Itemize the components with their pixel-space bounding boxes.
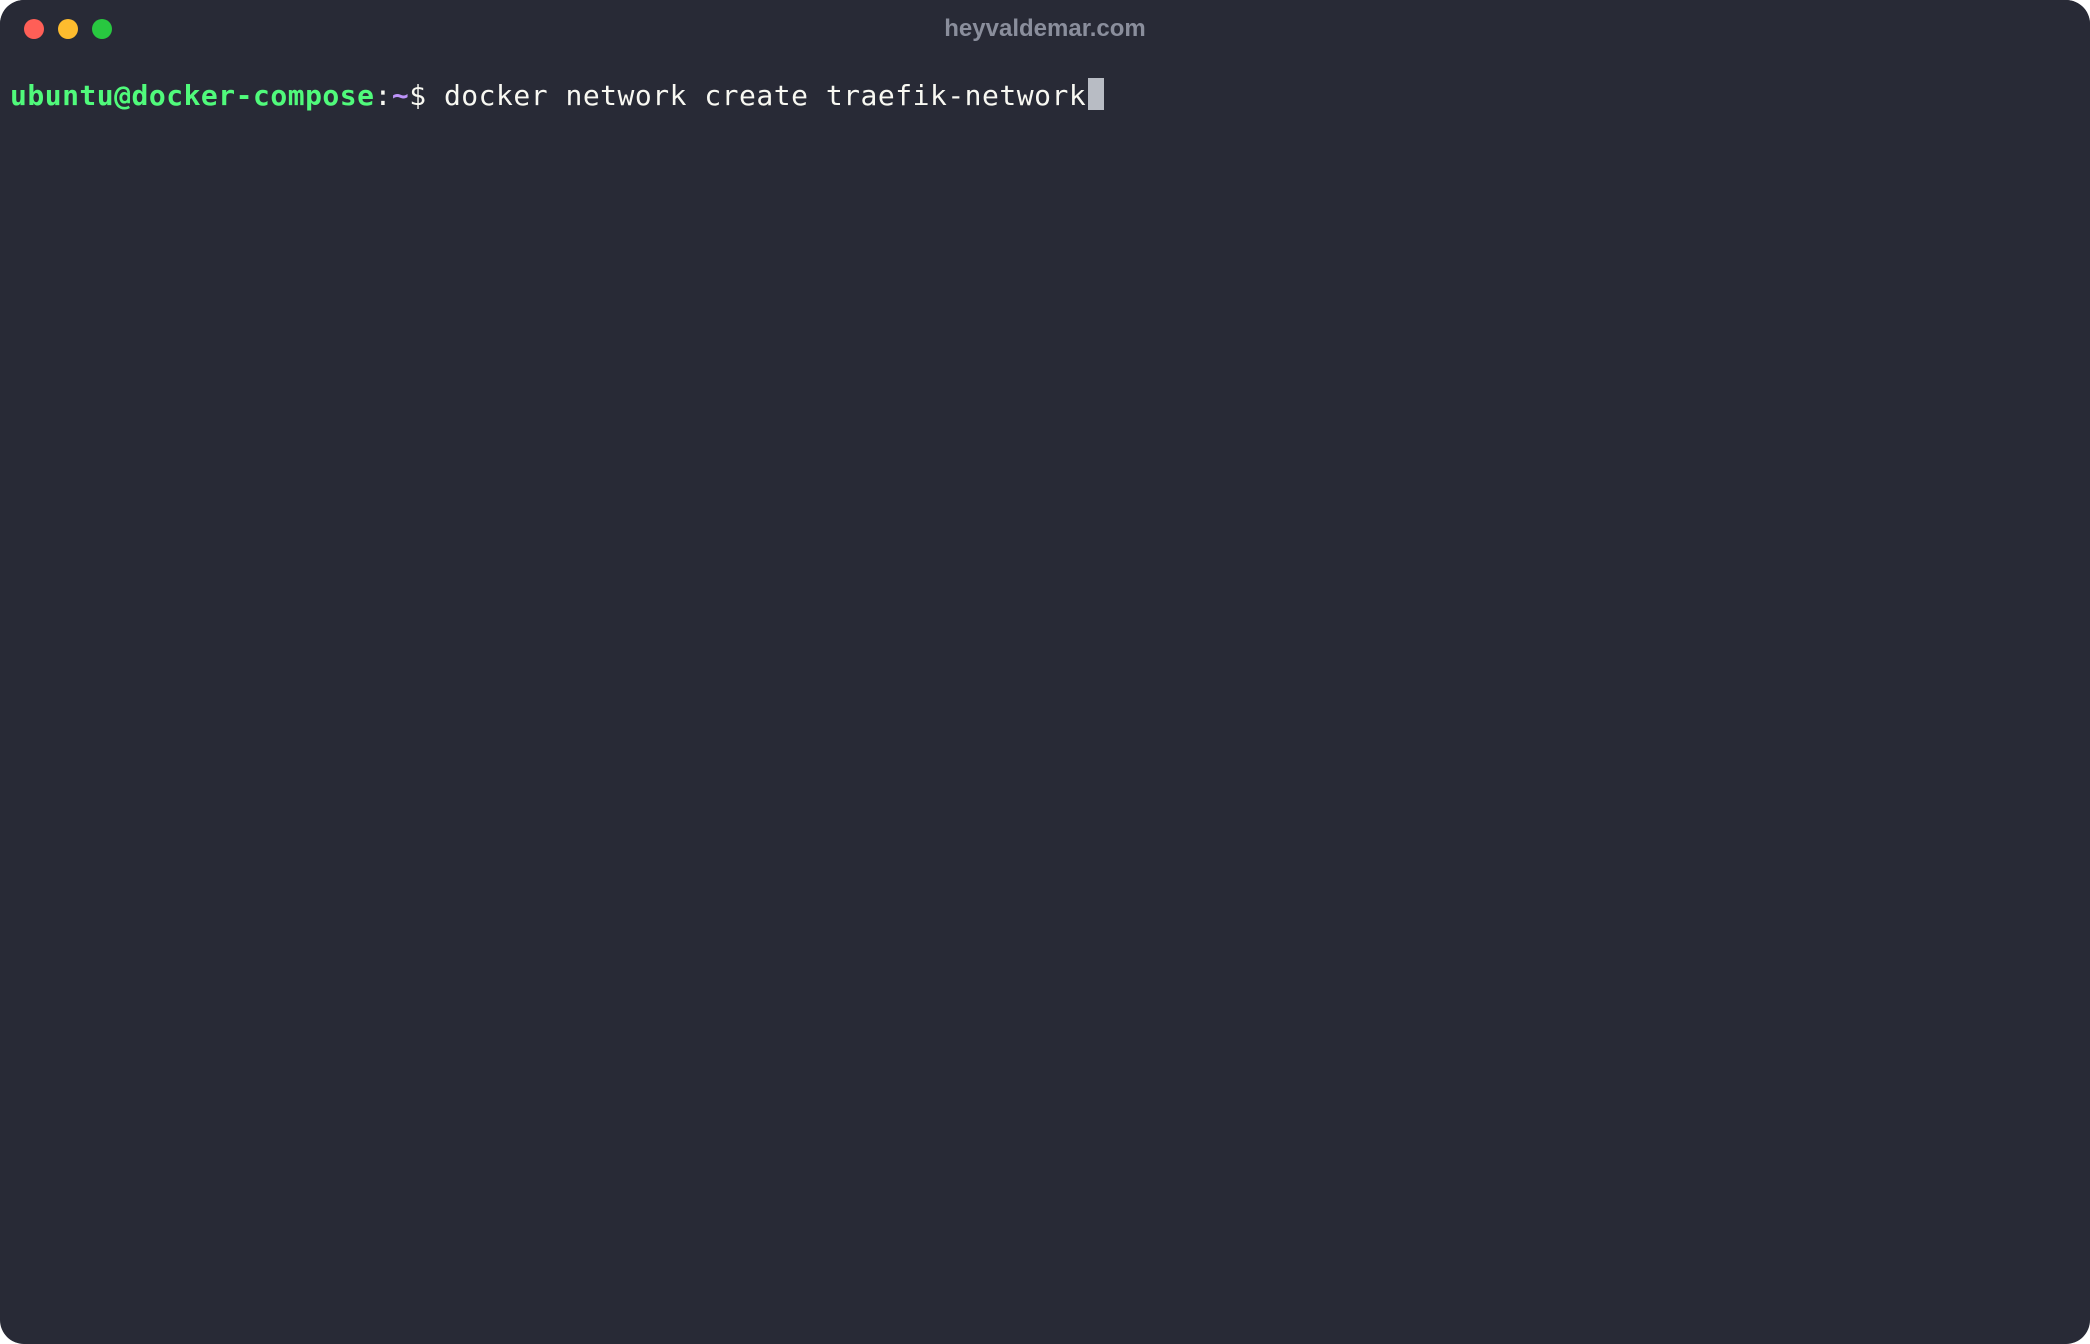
- prompt-symbol: $: [409, 76, 444, 115]
- prompt-user-host: ubuntu@docker-compose: [10, 76, 375, 115]
- titlebar: heyvaldemar.com: [0, 0, 2090, 58]
- maximize-button[interactable]: [92, 19, 112, 39]
- prompt-colon: :: [375, 76, 392, 115]
- minimize-button[interactable]: [58, 19, 78, 39]
- terminal-window: heyvaldemar.com ubuntu@docker-compose:~$…: [0, 0, 2090, 1344]
- close-button[interactable]: [24, 19, 44, 39]
- prompt-cwd: ~: [392, 76, 409, 115]
- prompt-line: ubuntu@docker-compose:~$ docker network …: [10, 76, 2080, 115]
- traffic-lights: [24, 19, 112, 39]
- window-title: heyvaldemar.com: [944, 15, 1145, 43]
- cursor-icon: [1088, 78, 1104, 110]
- terminal-body[interactable]: ubuntu@docker-compose:~$ docker network …: [0, 58, 2090, 1344]
- command-input: docker network create traefik-network: [444, 76, 1086, 115]
